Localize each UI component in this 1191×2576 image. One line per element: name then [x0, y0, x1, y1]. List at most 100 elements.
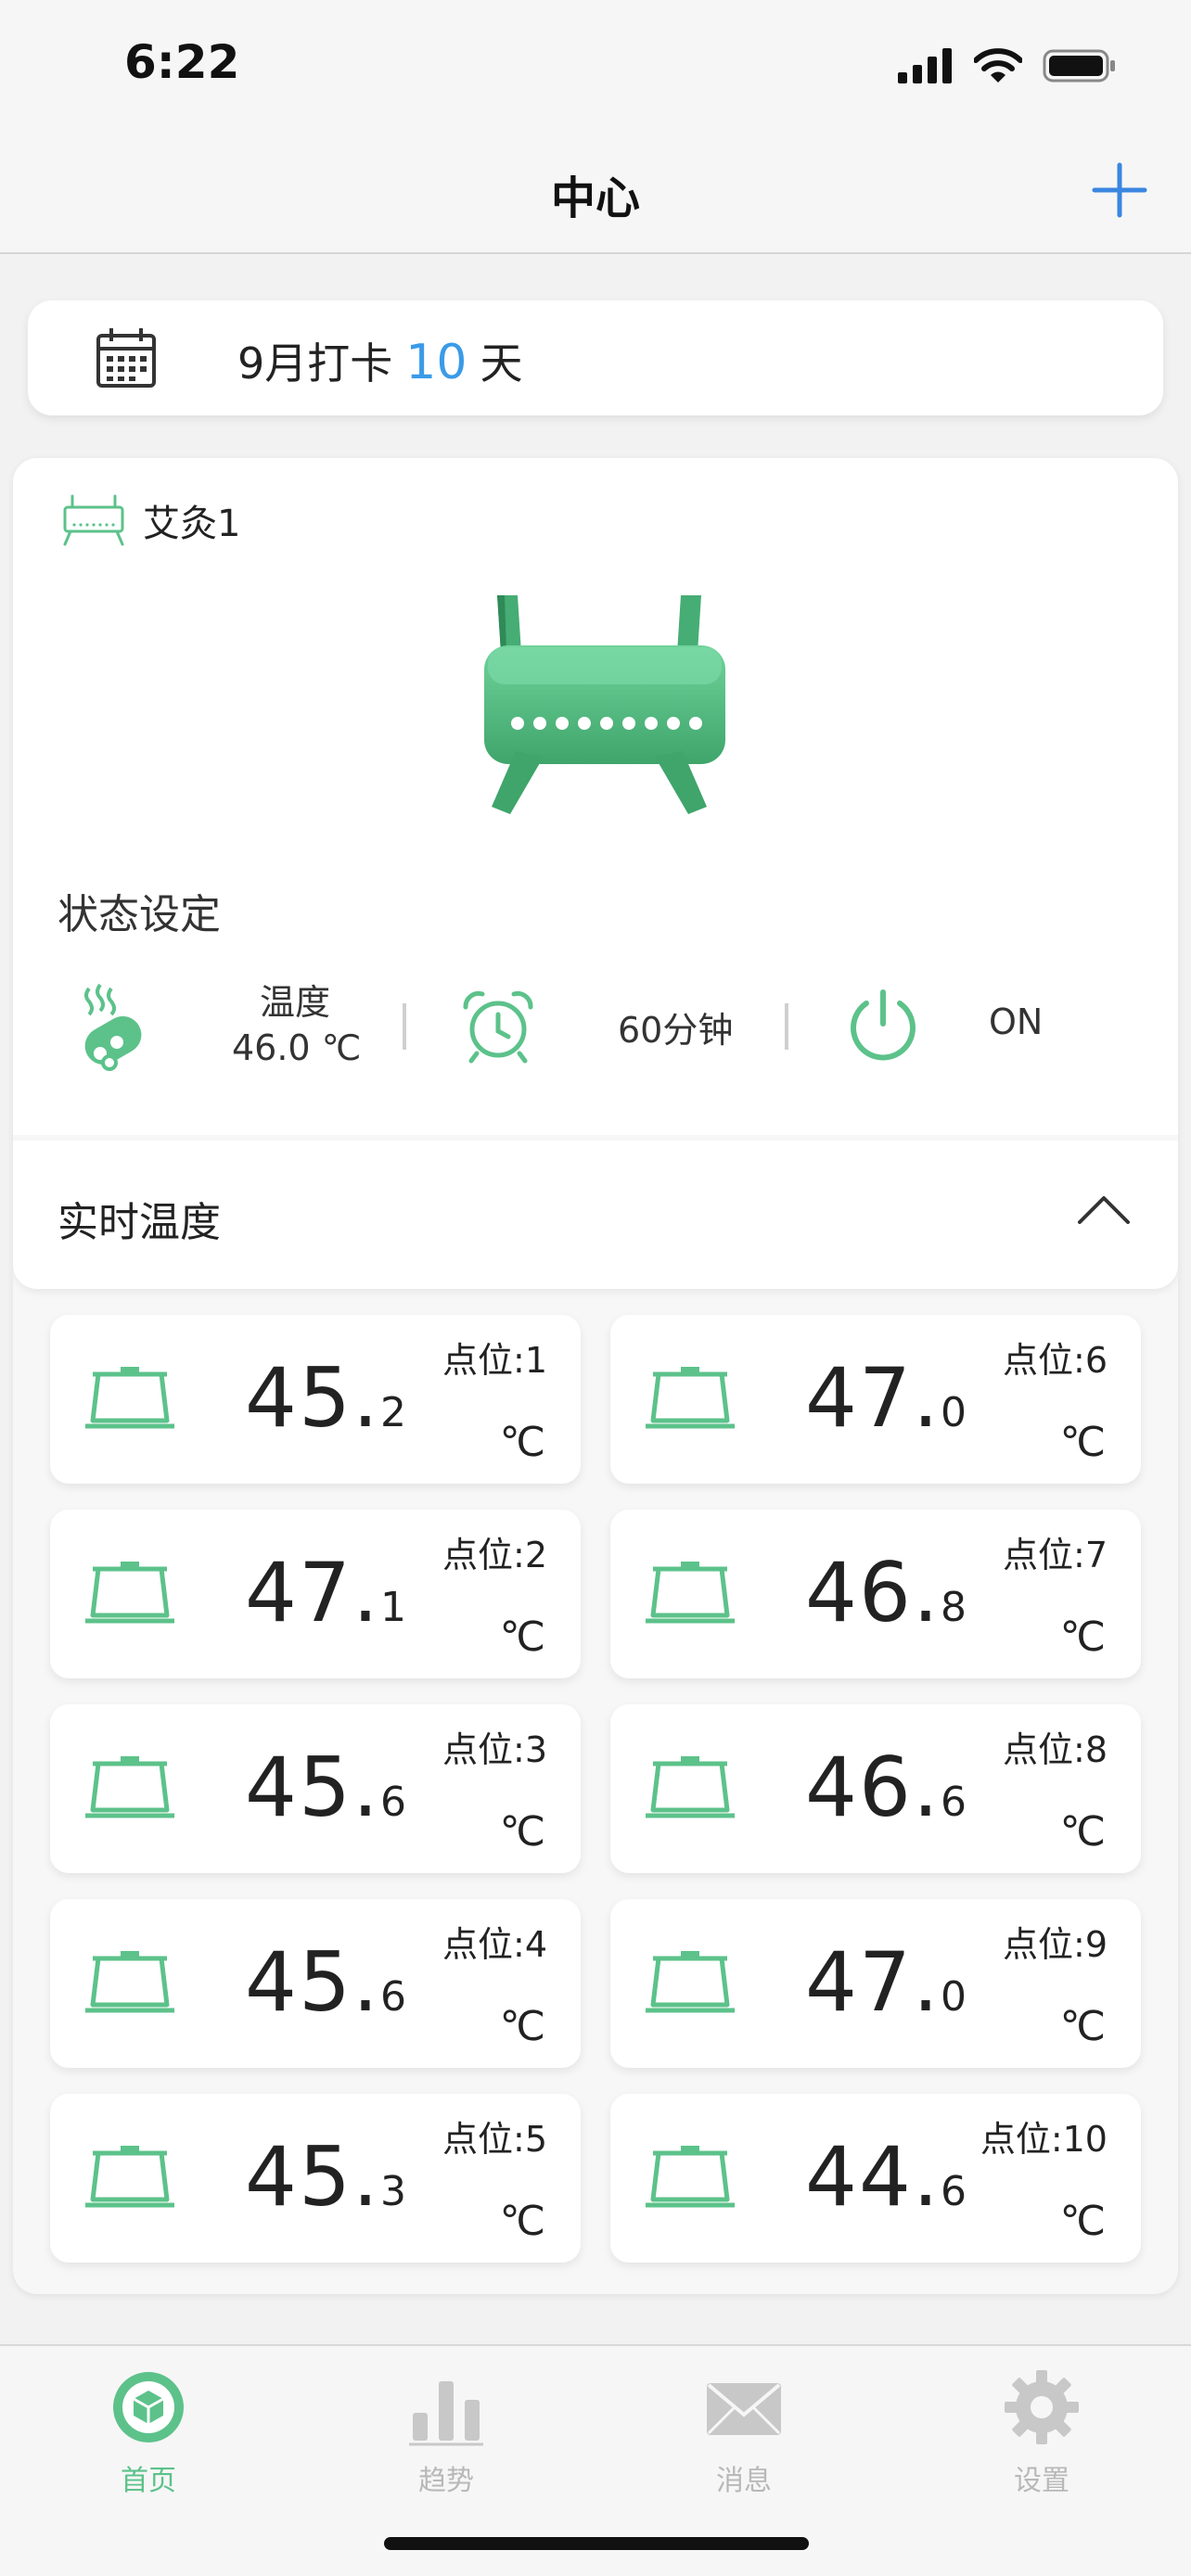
temperature-integer: 47. — [245, 1545, 380, 1640]
device-card: 艾灸1 状态设定 温度 46.0 ℃ 60分钟 ON 实时温度 45.2 点位:… — [13, 458, 1178, 2294]
temperature-decimal: 3 — [379, 2168, 408, 2215]
point-label: 点位:8 — [1003, 1729, 1108, 1770]
moxa-box-icon — [646, 1756, 735, 1818]
point-label: 点位:10 — [980, 2119, 1108, 2160]
temperature-integer: 46. — [805, 1740, 941, 1835]
temperature-integer: 45. — [245, 2129, 380, 2225]
temperature-decimal: 6 — [940, 2168, 968, 2215]
nav-bar: 中心 — [0, 139, 1191, 254]
power-icon — [851, 989, 916, 1061]
temperature-tile[interactable]: 46.8 点位:7 ℃ — [610, 1510, 1141, 1678]
tab-trend[interactable]: 趋势 — [353, 2368, 539, 2498]
point-label: 点位:5 — [442, 2119, 547, 2160]
checkin-count: 10 — [405, 335, 467, 390]
home-indicator[interactable] — [384, 2537, 809, 2550]
temperature-decimal: 1 — [379, 1584, 408, 1631]
signal-icon — [898, 48, 952, 83]
status-settings-title: 状态设定 — [58, 891, 221, 938]
temperature-value: 45.2 — [245, 1350, 408, 1446]
temperature-decimal: 0 — [940, 1973, 968, 2021]
tab-label: 设置 — [1014, 2465, 1069, 2497]
unit-label: ℃ — [1059, 2003, 1106, 2050]
tab-label: 首页 — [121, 2465, 176, 2497]
unit-label: ℃ — [499, 1419, 545, 1466]
tab-label: 趋势 — [418, 2465, 474, 2497]
moxa-box-icon — [85, 1951, 174, 2013]
temperature-integer: 45. — [245, 1934, 380, 2030]
temperature-tile[interactable]: 44.6 点位:10 ℃ — [610, 2094, 1141, 2263]
battery-icon — [1043, 49, 1115, 83]
temperature-decimal: 0 — [940, 1389, 968, 1436]
moxa-icon — [84, 983, 142, 1071]
status-time: 6:22 — [124, 35, 240, 89]
checkin-card[interactable]: 9月打卡 10 天 — [28, 300, 1163, 415]
device-info: 艾灸1 状态设定 温度 46.0 ℃ 60分钟 ON — [13, 458, 1178, 1135]
message-icon — [707, 2383, 781, 2435]
tab-home[interactable]: 首页 — [56, 2368, 241, 2498]
realtime-header[interactable]: 实时温度 — [13, 1141, 1178, 1289]
add-icon[interactable] — [1089, 159, 1150, 221]
temperature-tile[interactable]: 47.1 点位:2 ℃ — [50, 1510, 581, 1678]
unit-label: ℃ — [499, 2198, 545, 2245]
wifi-icon — [974, 48, 1022, 83]
tab-settings[interactable]: 设置 — [949, 2368, 1134, 2498]
moxa-box-icon — [85, 1756, 174, 1818]
chevron-up-icon[interactable] — [1076, 1191, 1132, 1228]
temperature-decimal: 6 — [379, 1973, 408, 2021]
moxibustion-device-image — [484, 595, 725, 814]
unit-label: ℃ — [1059, 1613, 1106, 1661]
temperature-value: 46.8 — [805, 1545, 968, 1640]
moxa-box-icon — [646, 1367, 735, 1429]
temperature-label: 温度 — [260, 982, 331, 1023]
temperature-value: 45.6 — [245, 1934, 408, 2030]
moxa-box-icon — [646, 1951, 735, 2013]
temperature-integer: 45. — [245, 1740, 380, 1835]
moxa-box-icon — [85, 1367, 174, 1429]
unit-label: ℃ — [1059, 2198, 1106, 2245]
temperature-value: 47.0 — [805, 1934, 968, 2030]
home-icon — [113, 2372, 184, 2442]
checkin-suffix: 天 — [480, 338, 523, 389]
status-divider — [403, 1003, 406, 1050]
temperature-tile[interactable]: 47.0 点位:9 ℃ — [610, 1899, 1141, 2068]
temperature-integer: 47. — [805, 1350, 941, 1446]
temperature-value: 46.0 ℃ — [232, 1027, 362, 1068]
point-label: 点位:1 — [442, 1340, 547, 1381]
temperature-tile[interactable]: 46.6 点位:8 ℃ — [610, 1704, 1141, 1873]
settings-icon — [1005, 2370, 1079, 2444]
calendar-icon — [96, 328, 156, 388]
realtime-title: 实时温度 — [58, 1199, 221, 1246]
temperature-tile[interactable]: 45.3 点位:5 ℃ — [50, 2094, 581, 2263]
status-bar: 6:22 — [0, 0, 1191, 139]
temperature-tile[interactable]: 47.0 点位:6 ℃ — [610, 1315, 1141, 1484]
unit-label: ℃ — [499, 1613, 545, 1661]
temperature-integer: 47. — [805, 1934, 941, 2030]
device-header[interactable]: 艾灸1 — [61, 493, 240, 547]
checkin-prefix: 9月打卡 — [237, 338, 393, 389]
status-icons — [898, 43, 1117, 89]
unit-label: ℃ — [1059, 1419, 1106, 1466]
temperature-value: 45.3 — [245, 2129, 408, 2225]
point-label: 点位:7 — [1003, 1535, 1108, 1575]
status-settings-row: 温度 46.0 ℃ 60分钟 ON — [13, 974, 1178, 1094]
temperature-value: 45.6 — [245, 1740, 408, 1835]
device-name: 艾灸1 — [143, 503, 241, 545]
temperature-decimal: 6 — [940, 1779, 968, 1826]
temperature-integer: 44. — [805, 2129, 941, 2225]
temperature-tile[interactable]: 45.6 点位:4 ℃ — [50, 1899, 581, 2068]
page-title: 中心 — [550, 172, 640, 224]
moxa-box-icon — [85, 2146, 174, 2208]
temperature-tile[interactable]: 45.6 点位:3 ℃ — [50, 1704, 581, 1873]
device-small-icon — [63, 494, 124, 546]
tab-label: 消息 — [716, 2465, 772, 2497]
moxa-box-icon — [646, 2146, 735, 2208]
point-label: 点位:9 — [1003, 1924, 1108, 1965]
checkin-text: 9月打卡 10 天 — [237, 330, 522, 391]
point-label: 点位:6 — [1003, 1340, 1108, 1381]
temperature-integer: 46. — [805, 1545, 941, 1640]
tab-messages[interactable]: 消息 — [651, 2368, 837, 2498]
moxa-box-icon — [85, 1562, 174, 1624]
unit-label: ℃ — [1059, 1808, 1106, 1855]
temperature-tile[interactable]: 45.2 点位:1 ℃ — [50, 1315, 581, 1484]
trend-icon — [409, 2381, 483, 2446]
